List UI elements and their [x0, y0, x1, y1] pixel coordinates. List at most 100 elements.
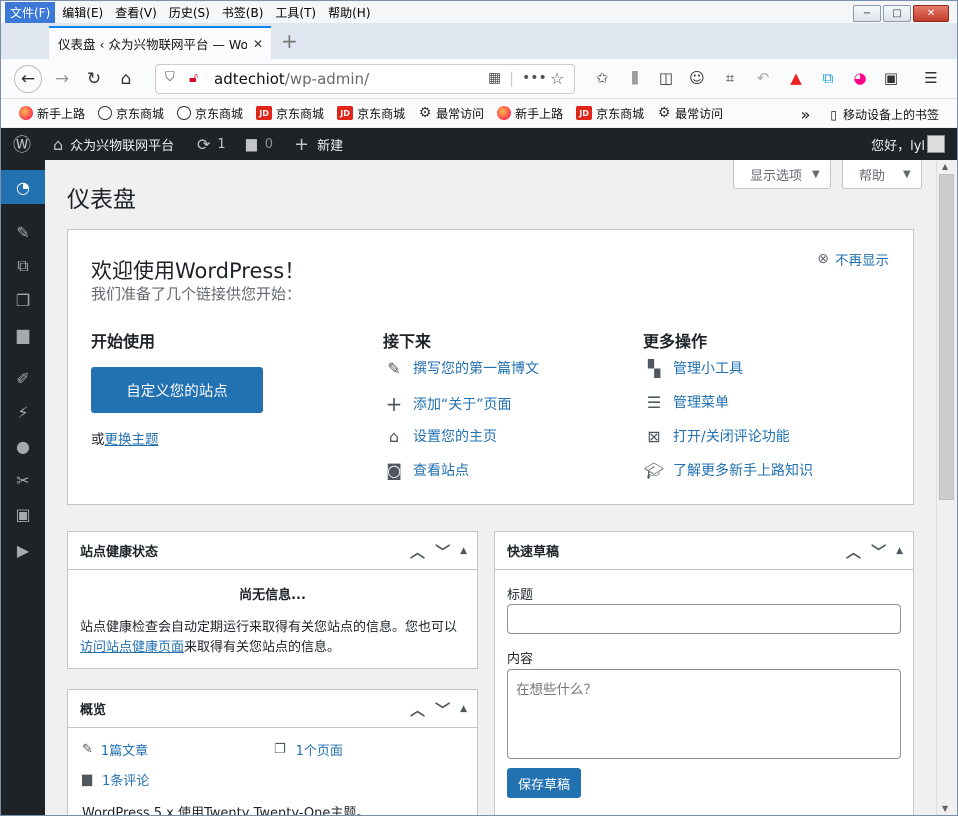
bookmark-item[interactable]: 京东商城 [98, 105, 164, 122]
collapse-menu-icon[interactable]: ▶ [1, 533, 45, 567]
tab-strip: 仪表盘 ‹ 众为兴物联网平台 — Wor ✕ + [1, 23, 957, 59]
comments-icon[interactable]: ▆ [1, 317, 45, 351]
library-icon[interactable]: ⫼ [625, 69, 645, 87]
list-item[interactable]: ✎ 撰写您的第一篇博文 [383, 358, 539, 378]
new-content-link[interactable]: + 新建 [294, 128, 343, 160]
scroll-up-icon[interactable]: ▲ [942, 162, 948, 171]
move-up-icon[interactable]: ︿ [846, 541, 861, 562]
screen-options-button[interactable]: 显示选项 ▼ [733, 160, 831, 189]
save-draft-button[interactable]: 保存草稿 [507, 768, 581, 798]
comments-count-link[interactable]: ▆ 1条评论 [82, 770, 149, 789]
comments-link[interactable]: ▆ 0 [246, 128, 273, 160]
extension-red-icon[interactable]: ▲ [786, 69, 806, 87]
media-icon[interactable]: ⧉ [1, 249, 45, 283]
dismiss-link[interactable]: ⊗ 不再显示 [817, 249, 889, 269]
list-item[interactable]: 🎓︎ 了解更多新手上路知识 [643, 460, 813, 480]
back-button[interactable]: ← [14, 65, 42, 93]
help-button[interactable]: 帮助 ▼ [842, 160, 922, 189]
tab-close-icon[interactable]: ✕ [253, 37, 263, 51]
bookmarks-overflow-icon[interactable]: » [801, 105, 811, 124]
url-bar[interactable]: ⛉ 🔓︎ adtechiot/wp-admin/ ▦ | ••• ☆ [155, 64, 575, 94]
change-theme-link[interactable]: 更换主题 [105, 432, 159, 448]
menu-tools[interactable]: 工具(T) [270, 2, 321, 23]
extension-dark-icon[interactable]: ▣ [881, 69, 901, 87]
sidebar-icon[interactable]: ◫ [656, 69, 676, 87]
users-icon[interactable]: ● [1, 429, 45, 463]
bookmark-item[interactable]: ⚙ 最常访问 [657, 105, 723, 122]
screenshot-crop-icon[interactable]: ⌗ [720, 69, 740, 87]
move-down-icon[interactable]: ﹀ [871, 541, 886, 562]
active-tab[interactable]: 仪表盘 ‹ 众为兴物联网平台 — Wor ✕ [49, 26, 271, 59]
collapse-toggle-icon[interactable]: ▲ [896, 546, 903, 556]
list-item[interactable]: ▚ 管理小工具 [643, 358, 743, 378]
menu-help[interactable]: 帮助(H) [323, 2, 375, 23]
bookmark-item[interactable]: 新手上路 [19, 105, 85, 122]
bookmark-item[interactable]: JD 京东商城 [337, 105, 405, 122]
scrollbar-thumb[interactable] [939, 174, 954, 500]
extension-avatar-icon[interactable]: ☺ [687, 69, 707, 87]
settings-icon[interactable]: ▣ [1, 497, 45, 531]
posts-pin-icon[interactable]: ✎ [1, 215, 45, 249]
scroll-down-icon[interactable]: ▼ [942, 804, 948, 813]
site-health-link[interactable]: 访问站点健康页面 [80, 640, 184, 655]
bookmark-item[interactable]: ⚙ 最常访问 [418, 105, 484, 122]
extension-translate-icon[interactable]: ⧉ [818, 69, 838, 87]
posts-count-link[interactable]: ✎ 1篇文章 [82, 740, 148, 759]
page-actions-icon[interactable]: ••• [522, 70, 547, 86]
move-down-icon[interactable]: ﹀ [435, 699, 450, 720]
customize-site-button[interactable]: 自定义您的站点 [91, 367, 263, 413]
pages-count-link[interactable]: ❐ 1个页面 [274, 740, 343, 759]
tools-wrench-icon[interactable]: ✂ [1, 463, 45, 497]
collapse-toggle-icon[interactable]: ▲ [460, 546, 467, 556]
close-window-button[interactable]: ✕ [913, 5, 949, 22]
bookmark-item[interactable]: JD 京东商城 [256, 105, 324, 122]
menu-edit[interactable]: 编辑(E) [57, 2, 108, 23]
menu-bookmarks[interactable]: 书签(B) [217, 2, 269, 23]
menu-file[interactable]: 文件(F) [5, 1, 56, 23]
list-item[interactable]: + 添加“关于”页面 [383, 392, 512, 416]
list-item[interactable]: ⌂ 设置您的主页 [383, 426, 497, 446]
page-scrollbar[interactable]: ▲ ▼ [936, 160, 957, 815]
dashboard-icon[interactable]: ◔ [1, 170, 45, 204]
widget-title: 快速草稿 [507, 545, 560, 560]
home-button[interactable]: ⌂ [112, 65, 140, 93]
appearance-brush-icon[interactable]: ✐ [1, 361, 45, 395]
extension-colorful-icon[interactable]: ◕ [850, 69, 870, 87]
draft-title-input[interactable] [507, 604, 901, 634]
list-item[interactable]: ☰ 管理菜单 [643, 392, 729, 412]
move-down-icon[interactable]: ﹀ [435, 541, 450, 562]
move-up-icon[interactable]: ︿ [410, 541, 425, 562]
list-item[interactable]: ⊠ 打开/关闭评论功能 [643, 426, 789, 446]
updates-link[interactable]: ⟳ 1 [197, 128, 226, 160]
undo-icon[interactable]: ↶ [753, 69, 773, 87]
menu-history[interactable]: 历史(S) [164, 2, 215, 23]
user-greeting[interactable]: 您好，lyl [871, 128, 925, 160]
move-up-icon[interactable]: ︿ [410, 699, 425, 720]
reading-list-icon[interactable]: ✩ [592, 69, 612, 87]
forward-button[interactable]: → [48, 65, 76, 93]
avatar[interactable] [927, 135, 945, 153]
site-name-link[interactable]: ⌂ 众为兴物联网平台 [53, 128, 174, 160]
firefox-icon [497, 106, 512, 120]
bookmark-star-icon[interactable]: ☆ [550, 69, 564, 88]
maximize-button[interactable]: □ [883, 5, 911, 22]
list-item[interactable]: ◙ 查看站点 [383, 460, 469, 480]
qr-code-icon[interactable]: ▦ [488, 70, 501, 86]
shield-icon[interactable]: ⛉ [165, 70, 175, 85]
new-tab-button[interactable]: + [281, 29, 298, 53]
draft-content-textarea[interactable] [507, 669, 901, 759]
menu-view[interactable]: 查看(V) [110, 2, 162, 23]
minimize-button[interactable]: − [853, 5, 881, 22]
pages-icon[interactable]: ❐ [1, 283, 45, 317]
collapse-toggle-icon[interactable]: ▲ [460, 704, 467, 714]
url-text[interactable]: adtechiot/wp-admin/ [214, 70, 369, 88]
plugins-icon[interactable]: ⚡ [1, 395, 45, 429]
reload-button[interactable]: ↻ [80, 65, 108, 93]
bookmark-item[interactable]: JD 京东商城 [576, 105, 644, 122]
bookmark-item[interactable]: 京东商城 [177, 105, 243, 122]
insecure-lock-icon[interactable]: 🔓︎ [189, 70, 198, 86]
bookmark-item[interactable]: 新手上路 [497, 105, 563, 122]
wordpress-logo-icon[interactable]: Ⓦ [13, 128, 31, 160]
hamburger-menu-icon[interactable]: ☰ [921, 69, 941, 87]
mobile-bookmarks[interactable]: 移动设备上的书签 [843, 106, 939, 123]
